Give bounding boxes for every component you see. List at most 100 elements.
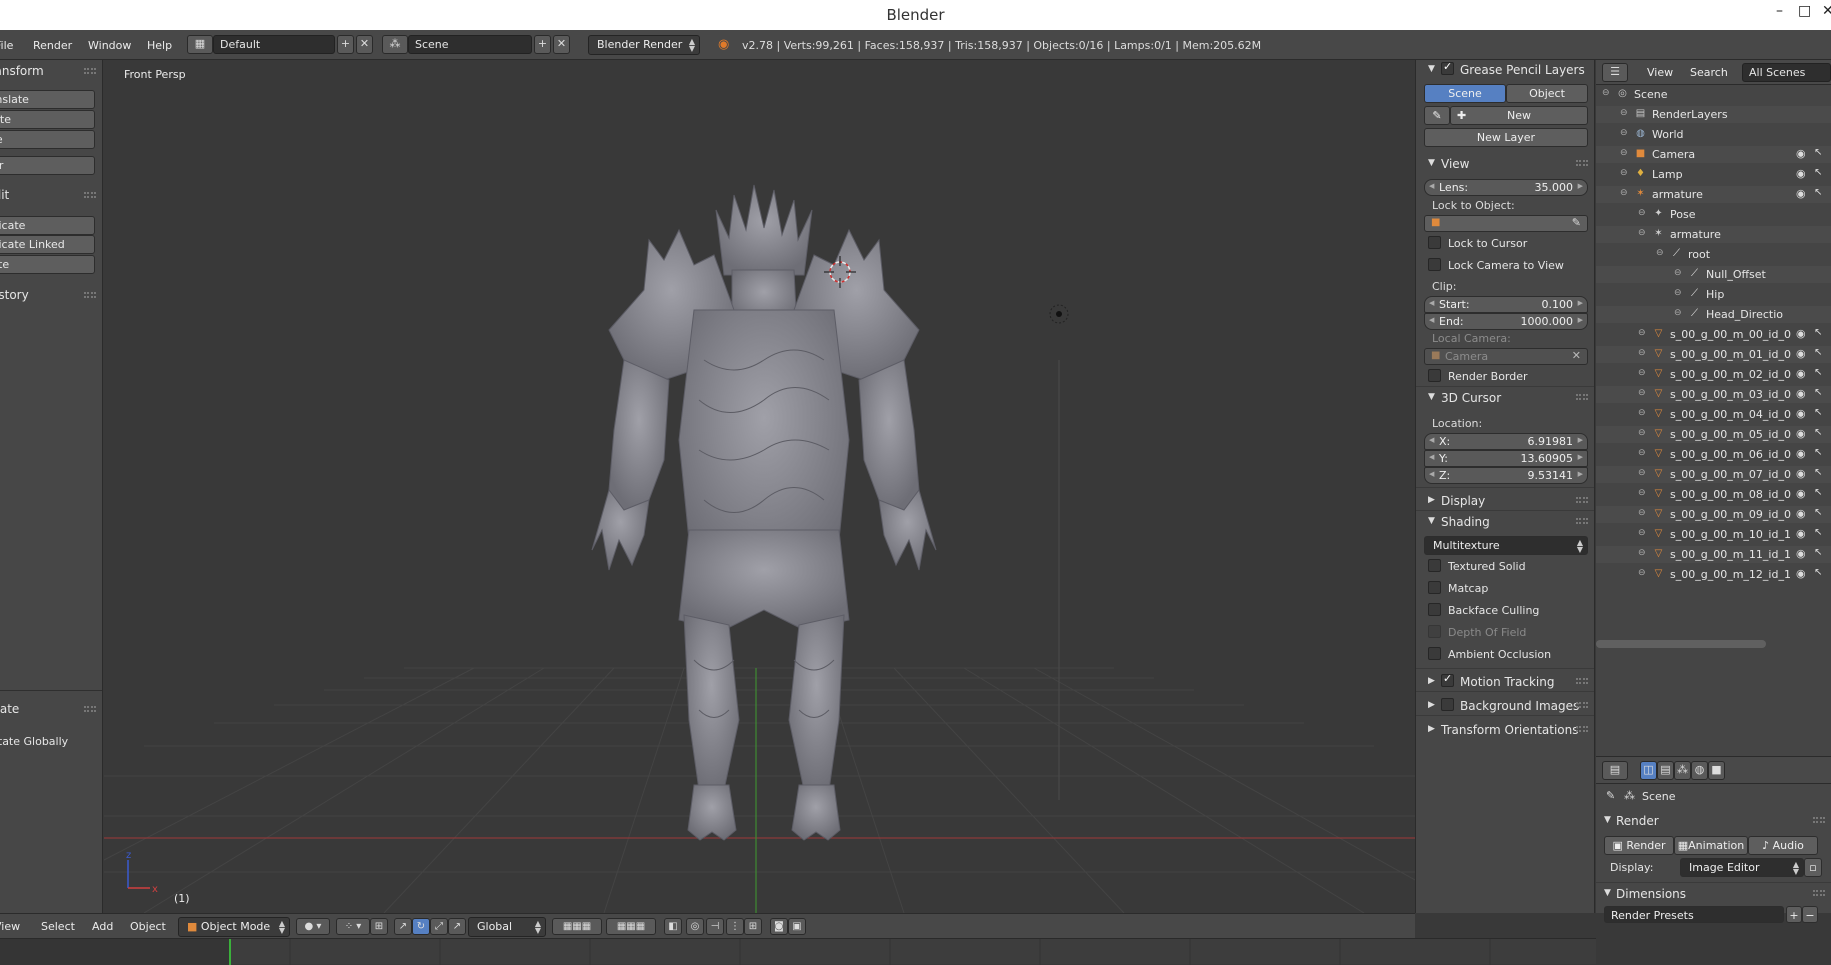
animation-button[interactable]: ▦Animation bbox=[1674, 836, 1748, 855]
expand-toggle-icon[interactable]: ⊖ bbox=[1620, 188, 1628, 198]
expand-toggle-icon[interactable]: ⊖ bbox=[1638, 208, 1646, 218]
outliner-row[interactable]: ⊖ ✶ armature ◉ ↖ bbox=[1596, 186, 1831, 203]
eye-icon[interactable]: ◉ bbox=[1796, 487, 1806, 500]
lock-to-cursor-checkbox[interactable] bbox=[1428, 236, 1441, 249]
world-tab-icon[interactable]: ◍ bbox=[1691, 761, 1708, 780]
select-cursor-icon[interactable]: ↖ bbox=[1814, 487, 1822, 498]
clip-end-field[interactable]: ◀ End: 1000.000 ▶ bbox=[1424, 313, 1588, 330]
add-preset-icon[interactable]: + bbox=[1786, 906, 1802, 923]
proportional-edit-icon[interactable]: ◎ bbox=[686, 918, 704, 935]
eye-icon[interactable]: ◉ bbox=[1796, 567, 1806, 580]
menu-render[interactable]: Render bbox=[33, 39, 72, 52]
new-layer-button[interactable]: New Layer bbox=[1424, 128, 1588, 147]
outliner-row[interactable]: ⊖ ▽ s_00_g_00_m_09_id_0 ◉ ↖ bbox=[1596, 506, 1831, 523]
panel-grip-icon[interactable] bbox=[84, 192, 96, 198]
expand-toggle-icon[interactable]: ⊖ bbox=[1638, 368, 1646, 378]
expand-toggle-icon[interactable]: ⊖ bbox=[1638, 328, 1646, 338]
outliner-row[interactable]: ⊖ ▽ s_00_g_00_m_04_id_0 ◉ ↖ bbox=[1596, 406, 1831, 423]
outliner-display-mode[interactable]: All Scenes bbox=[1742, 63, 1831, 82]
remove-preset-icon[interactable]: − bbox=[1802, 906, 1818, 923]
outliner-row[interactable]: ⊖ ▽ s_00_g_00_m_10_id_1 ◉ ↖ bbox=[1596, 526, 1831, 543]
clip-start-field[interactable]: ◀ Start: 0.100 ▶ bbox=[1424, 296, 1588, 313]
tab-object[interactable]: Object bbox=[1506, 84, 1588, 103]
remove-scene-icon[interactable]: ✕ bbox=[553, 35, 570, 54]
expand-toggle-icon[interactable]: ⊖ bbox=[1638, 448, 1646, 458]
render-border-checkbox[interactable] bbox=[1428, 369, 1441, 382]
duplicate-button[interactable]: Duplicate bbox=[0, 216, 95, 235]
outliner-menu-view[interactable]: View bbox=[1647, 66, 1673, 79]
rotate-manipulator-icon[interactable]: ↻ bbox=[412, 918, 430, 935]
render-button[interactable]: ▣ Render bbox=[1604, 836, 1674, 855]
editor-type-icon[interactable]: ☰ bbox=[1602, 63, 1628, 82]
eye-icon[interactable]: ◉ bbox=[1796, 387, 1806, 400]
expand-toggle-icon[interactable]: ⊖ bbox=[1656, 248, 1664, 258]
outliner-row[interactable]: ⊖ ▽ s_00_g_00_m_01_id_0 ◉ ↖ bbox=[1596, 346, 1831, 363]
expand-toggle-icon[interactable]: ⊖ bbox=[1638, 468, 1646, 478]
expand-toggle-icon[interactable]: ⊖ bbox=[1602, 88, 1610, 98]
transform-panel-header[interactable]: Transform bbox=[0, 62, 86, 82]
expand-toggle-icon[interactable]: ⊖ bbox=[1638, 508, 1646, 518]
select-cursor-icon[interactable]: ↖ bbox=[1814, 327, 1822, 338]
scene-field[interactable]: Scene bbox=[408, 35, 532, 54]
view-panel-header[interactable]: ▼ View bbox=[1416, 154, 1594, 174]
add-scene-icon[interactable]: + bbox=[534, 35, 551, 54]
opengl-render-icon[interactable]: ◙ bbox=[770, 918, 788, 935]
render-presets-dropdown[interactable]: Render Presets bbox=[1604, 906, 1784, 923]
eye-icon[interactable]: ◉ bbox=[1796, 407, 1806, 420]
textured-solid-checkbox[interactable] bbox=[1428, 559, 1441, 572]
select-cursor-icon[interactable]: ↖ bbox=[1814, 387, 1822, 398]
pin-icon[interactable]: ✎ bbox=[1606, 789, 1615, 802]
local-camera-field[interactable]: ■ Camera ✕ bbox=[1424, 348, 1588, 365]
panel-grip-icon[interactable] bbox=[1576, 726, 1588, 732]
menu-help[interactable]: Help bbox=[147, 39, 172, 52]
menu-window[interactable]: Window bbox=[88, 39, 131, 52]
expand-toggle-icon[interactable]: ⊖ bbox=[1638, 528, 1646, 538]
timeline[interactable] bbox=[0, 938, 1596, 965]
panel-grip-icon[interactable] bbox=[1576, 702, 1588, 708]
pivot-point-icon[interactable]: ⁘ ▾ bbox=[336, 918, 370, 935]
expand-toggle-icon[interactable]: ⊖ bbox=[1638, 388, 1646, 398]
editor-type-icon[interactable]: ▤ bbox=[1602, 761, 1628, 780]
eye-icon[interactable]: ◉ bbox=[1796, 467, 1806, 480]
rotate-button[interactable]: Rotate bbox=[0, 110, 95, 129]
cursor-y-field[interactable]: ◀ Y: 13.60905 ▶ bbox=[1424, 450, 1588, 467]
outliner-row[interactable]: ⊖ ▤ RenderLayers bbox=[1596, 106, 1831, 123]
expand-toggle-icon[interactable]: ⊖ bbox=[1674, 288, 1682, 298]
outliner-row[interactable]: ⊖ ⟋ Null_Offset bbox=[1596, 266, 1831, 283]
lock-camera-to-view-checkbox[interactable] bbox=[1428, 258, 1441, 271]
cursor-z-field[interactable]: ◀ Z: 9.53141 ▶ bbox=[1424, 467, 1588, 484]
panel-grip-icon[interactable] bbox=[84, 68, 96, 74]
expand-toggle-icon[interactable]: ⊖ bbox=[1620, 128, 1628, 138]
scene-icon[interactable]: ⁂ bbox=[382, 35, 408, 54]
expand-toggle-icon[interactable]: ⊖ bbox=[1674, 268, 1682, 278]
outliner-row[interactable]: ⊖ ⟋ Head_Directio bbox=[1596, 306, 1831, 323]
render-engine-dropdown[interactable]: Blender Render ▲ ▼ bbox=[588, 35, 700, 55]
menu-object[interactable]: Object bbox=[130, 920, 166, 933]
menu-file[interactable]: File bbox=[0, 39, 13, 52]
select-cursor-icon[interactable]: ↖ bbox=[1814, 567, 1822, 578]
eye-icon[interactable]: ◉ bbox=[1796, 327, 1806, 340]
new-window-icon[interactable]: ▫ bbox=[1804, 858, 1822, 877]
eye-icon[interactable]: ◉ bbox=[1796, 347, 1806, 360]
outliner-row[interactable]: ⊖ ▽ s_00_g_00_m_11_id_1 ◉ ↖ bbox=[1596, 546, 1831, 563]
eye-icon[interactable]: ◉ bbox=[1796, 547, 1806, 560]
viewport-shading-icon[interactable]: ● ▾ bbox=[296, 918, 330, 935]
cursor-x-field[interactable]: ◀ X: 6.91981 ▶ bbox=[1424, 433, 1588, 450]
3d-cursor-panel-header[interactable]: ▼ 3D Cursor bbox=[1416, 388, 1594, 408]
select-cursor-icon[interactable]: ↖ bbox=[1814, 347, 1822, 358]
outliner-row[interactable]: ⊖ ✶ armature bbox=[1596, 226, 1831, 243]
expand-toggle-icon[interactable]: ⊖ bbox=[1620, 148, 1628, 158]
eye-icon[interactable]: ◉ bbox=[1796, 507, 1806, 520]
scene-tab-icon[interactable]: ⁂ bbox=[1674, 761, 1691, 780]
tab-scene[interactable]: Scene bbox=[1424, 84, 1506, 103]
expand-toggle-icon[interactable]: ⊖ bbox=[1638, 228, 1646, 238]
motion-tracking-checkbox[interactable] bbox=[1441, 672, 1454, 687]
minimize-icon[interactable]: – bbox=[1776, 3, 1783, 19]
orientation-dropdown[interactable]: Global ▲ ▼ bbox=[468, 917, 546, 937]
panel-grip-icon[interactable] bbox=[1576, 497, 1588, 503]
select-cursor-icon[interactable]: ↖ bbox=[1814, 187, 1822, 198]
panel-grip-icon[interactable] bbox=[1813, 817, 1825, 823]
select-cursor-icon[interactable]: ↖ bbox=[1814, 527, 1822, 538]
menu-select[interactable]: Select bbox=[41, 920, 75, 933]
new-gpencil-button[interactable]: ✚ New bbox=[1450, 106, 1588, 125]
